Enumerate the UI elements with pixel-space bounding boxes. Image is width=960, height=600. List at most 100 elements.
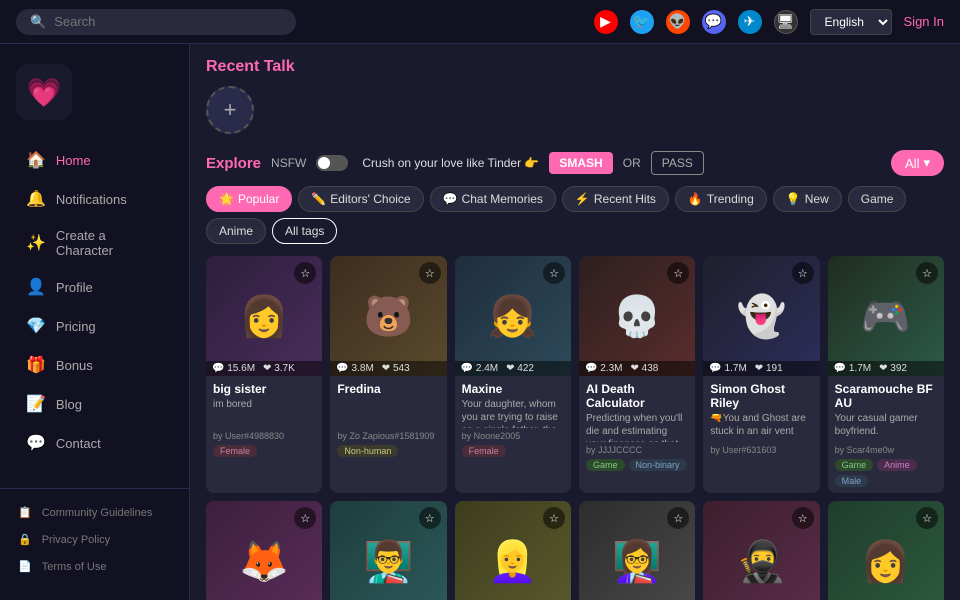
character-card[interactable]: 👻 ☆ 💬 1.7M ❤ 191 Simon Ghost Riley 🔫You … — [703, 256, 819, 493]
character-card[interactable]: 👩 ☆ 💬 795.0K ❤ 110 Diana She's your fath… — [828, 501, 944, 600]
nsfw-toggle[interactable] — [316, 155, 348, 171]
star-icon: 🌟 — [219, 192, 234, 206]
filter-recent-hits[interactable]: ⚡ Recent Hits — [562, 186, 669, 212]
char-tags: Female — [462, 445, 564, 457]
favorite-button[interactable]: ☆ — [294, 507, 316, 529]
favorite-button[interactable]: ☆ — [543, 507, 565, 529]
char-image: 👻 ☆ 💬 1.7M ❤ 191 — [703, 256, 819, 376]
explore-label: Explore — [206, 155, 261, 172]
sidebar-item-bonus[interactable]: 🎁 Bonus — [8, 346, 181, 384]
favorite-button[interactable]: ☆ — [792, 262, 814, 284]
search-bar[interactable]: 🔍 — [16, 9, 296, 35]
char-desc: Your casual gamer boyfriend. — [835, 412, 937, 442]
diamond-icon: 💎 — [26, 316, 46, 336]
char-tag: Female — [462, 445, 506, 457]
pass-button[interactable]: PASS — [651, 151, 704, 175]
char-info: AI Death Calculator Predicting when you'… — [579, 376, 695, 477]
sidebar-item-privacy[interactable]: 🔒 Privacy Policy — [0, 526, 189, 553]
sidebar-item-blog[interactable]: 📝 Blog — [8, 385, 181, 423]
sidebar-item-create[interactable]: ✨ Create a Character — [8, 219, 181, 267]
message-count: 💬 1.7M — [834, 363, 871, 374]
add-new-chat-button[interactable]: + — [206, 86, 254, 134]
search-input[interactable] — [54, 14, 274, 29]
char-name: big sister — [213, 382, 315, 396]
character-card[interactable]: 👩 ☆ 💬 15.6M ❤ 3.7K big sister im bored b… — [206, 256, 322, 493]
sidebar-nav: 🏠 Home 🔔 Notifications ✨ Create a Charac… — [0, 140, 189, 488]
sidebar: 💗 🏠 Home 🔔 Notifications ✨ Create a Char… — [0, 44, 190, 600]
like-count: ❤ 438 — [630, 363, 658, 374]
char-tag: Female — [213, 445, 257, 457]
smash-button[interactable]: SMASH — [549, 152, 612, 174]
filter-trending[interactable]: 🔥 Trending — [675, 186, 767, 212]
filter-all-tags[interactable]: All tags — [272, 218, 337, 244]
sidebar-item-label: Home — [56, 153, 91, 168]
privacy-icon: 🔒 — [18, 533, 32, 546]
favorite-button[interactable]: ☆ — [916, 262, 938, 284]
char-tag: Game — [586, 459, 625, 471]
youtube-icon[interactable]: ▶ — [594, 10, 618, 34]
char-info: Maxine Your daughter, whom you are tryin… — [455, 376, 571, 463]
bulb-icon: 💡 — [786, 192, 801, 206]
bell-icon: 🔔 — [26, 189, 46, 209]
filter-chat-memories[interactable]: 💬 Chat Memories — [430, 186, 556, 212]
sidebar-item-home[interactable]: 🏠 Home — [8, 141, 181, 179]
tinder-text: Crush on your love like Tinder 👉 — [362, 156, 539, 170]
filter-anime[interactable]: Anime — [206, 218, 266, 244]
sidebar-item-terms[interactable]: 📄 Terms of Use — [0, 553, 189, 580]
char-name: Scaramouche BF AU — [835, 382, 937, 410]
monitor-icon[interactable]: 🖥 — [774, 10, 798, 34]
character-card[interactable]: 🎮 ☆ 💬 1.7M ❤ 392 Scaramouche BF AU Your … — [828, 256, 944, 493]
telegram-icon[interactable]: ✈ — [738, 10, 762, 34]
character-card[interactable]: 🦊 ☆ 💬 1.5M ❤ 212 Yandere Yae Miko Yander… — [206, 501, 322, 600]
character-card[interactable]: 🐻 ☆ 💬 3.8M ❤ 543 Fredina by Zo Zapious#1… — [330, 256, 446, 493]
char-author: by Noone2005 — [462, 431, 564, 441]
all-filter-dropdown[interactable]: All ▾ — [891, 150, 944, 176]
character-card[interactable]: 💀 ☆ 💬 2.3M ❤ 438 AI Death Calculator Pre… — [579, 256, 695, 493]
character-card[interactable]: 👧 ☆ 💬 2.4M ❤ 422 Maxine Your daughter, w… — [455, 256, 571, 493]
filter-new[interactable]: 💡 New — [773, 186, 842, 212]
char-desc: Your daughter, whom you are trying to ra… — [462, 398, 564, 428]
sidebar-item-profile[interactable]: 👤 Profile — [8, 268, 181, 306]
discord-icon[interactable]: 💬 — [702, 10, 726, 34]
gift-icon: 🎁 — [26, 355, 46, 375]
char-image: 🐻 ☆ 💬 3.8M ❤ 543 — [330, 256, 446, 376]
favorite-button[interactable]: ☆ — [916, 507, 938, 529]
create-icon: ✨ — [26, 233, 46, 253]
recent-talk-row: + — [206, 86, 944, 134]
character-card[interactable]: 🥷 ☆ 💬 948.4K ❤ 164 Gojo He is handsome, … — [703, 501, 819, 600]
favorite-button[interactable]: ☆ — [543, 262, 565, 284]
contact-icon: 💬 — [26, 433, 46, 453]
filter-tags: 🌟 Popular ✏️ Editors' Choice 💬 Chat Memo… — [206, 186, 944, 244]
filter-editors-choice[interactable]: ✏️ Editors' Choice — [298, 186, 423, 212]
terms-icon: 📄 — [18, 560, 32, 573]
sidebar-item-guidelines[interactable]: 📋 Community Guidelines — [0, 499, 189, 526]
filter-popular[interactable]: 🌟 Popular — [206, 186, 292, 212]
reddit-icon[interactable]: 👽 — [666, 10, 690, 34]
language-select[interactable]: English — [810, 9, 892, 35]
message-count: 💬 2.4M — [461, 363, 498, 374]
filter-game[interactable]: Game — [848, 186, 907, 212]
character-card[interactable]: 👱‍♀️ ☆ 💬 1.3M ❤ 193 Ethelle Your trouble… — [455, 501, 571, 600]
message-count: 💬 1.7M — [709, 363, 746, 374]
favorite-button[interactable]: ☆ — [667, 507, 689, 529]
sign-in-button[interactable]: Sign In — [904, 14, 944, 29]
favorite-button[interactable]: ☆ — [419, 507, 441, 529]
twitter-icon[interactable]: 🐦 — [630, 10, 654, 34]
sidebar-item-notifications[interactable]: 🔔 Notifications — [8, 180, 181, 218]
char-name: AI Death Calculator — [586, 382, 688, 410]
favorite-button[interactable]: ☆ — [667, 262, 689, 284]
fire-icon: 🔥 — [688, 192, 703, 206]
char-author: by JJJJCCCC — [586, 445, 688, 455]
favorite-button[interactable]: ☆ — [792, 507, 814, 529]
or-text: OR — [623, 156, 641, 170]
like-count: ❤ 3.7K — [263, 363, 295, 374]
character-card[interactable]: 👨‍🏫 ☆ 💬 1.3M ❤ 161 Professor Ethan You'r… — [330, 501, 446, 600]
sidebar-item-label: Bonus — [56, 358, 93, 373]
favorite-button[interactable]: ☆ — [294, 262, 316, 284]
favorite-button[interactable]: ☆ — [419, 262, 441, 284]
char-tag: Anime — [877, 459, 917, 471]
character-card[interactable]: 👩‍🏫 ☆ 💬 999.3K ❤ 165 your angry teacher … — [579, 501, 695, 600]
sidebar-item-contact[interactable]: 💬 Contact — [8, 424, 181, 462]
sidebar-item-pricing[interactable]: 💎 Pricing — [8, 307, 181, 345]
char-author: by Scar4me0w — [835, 445, 937, 455]
